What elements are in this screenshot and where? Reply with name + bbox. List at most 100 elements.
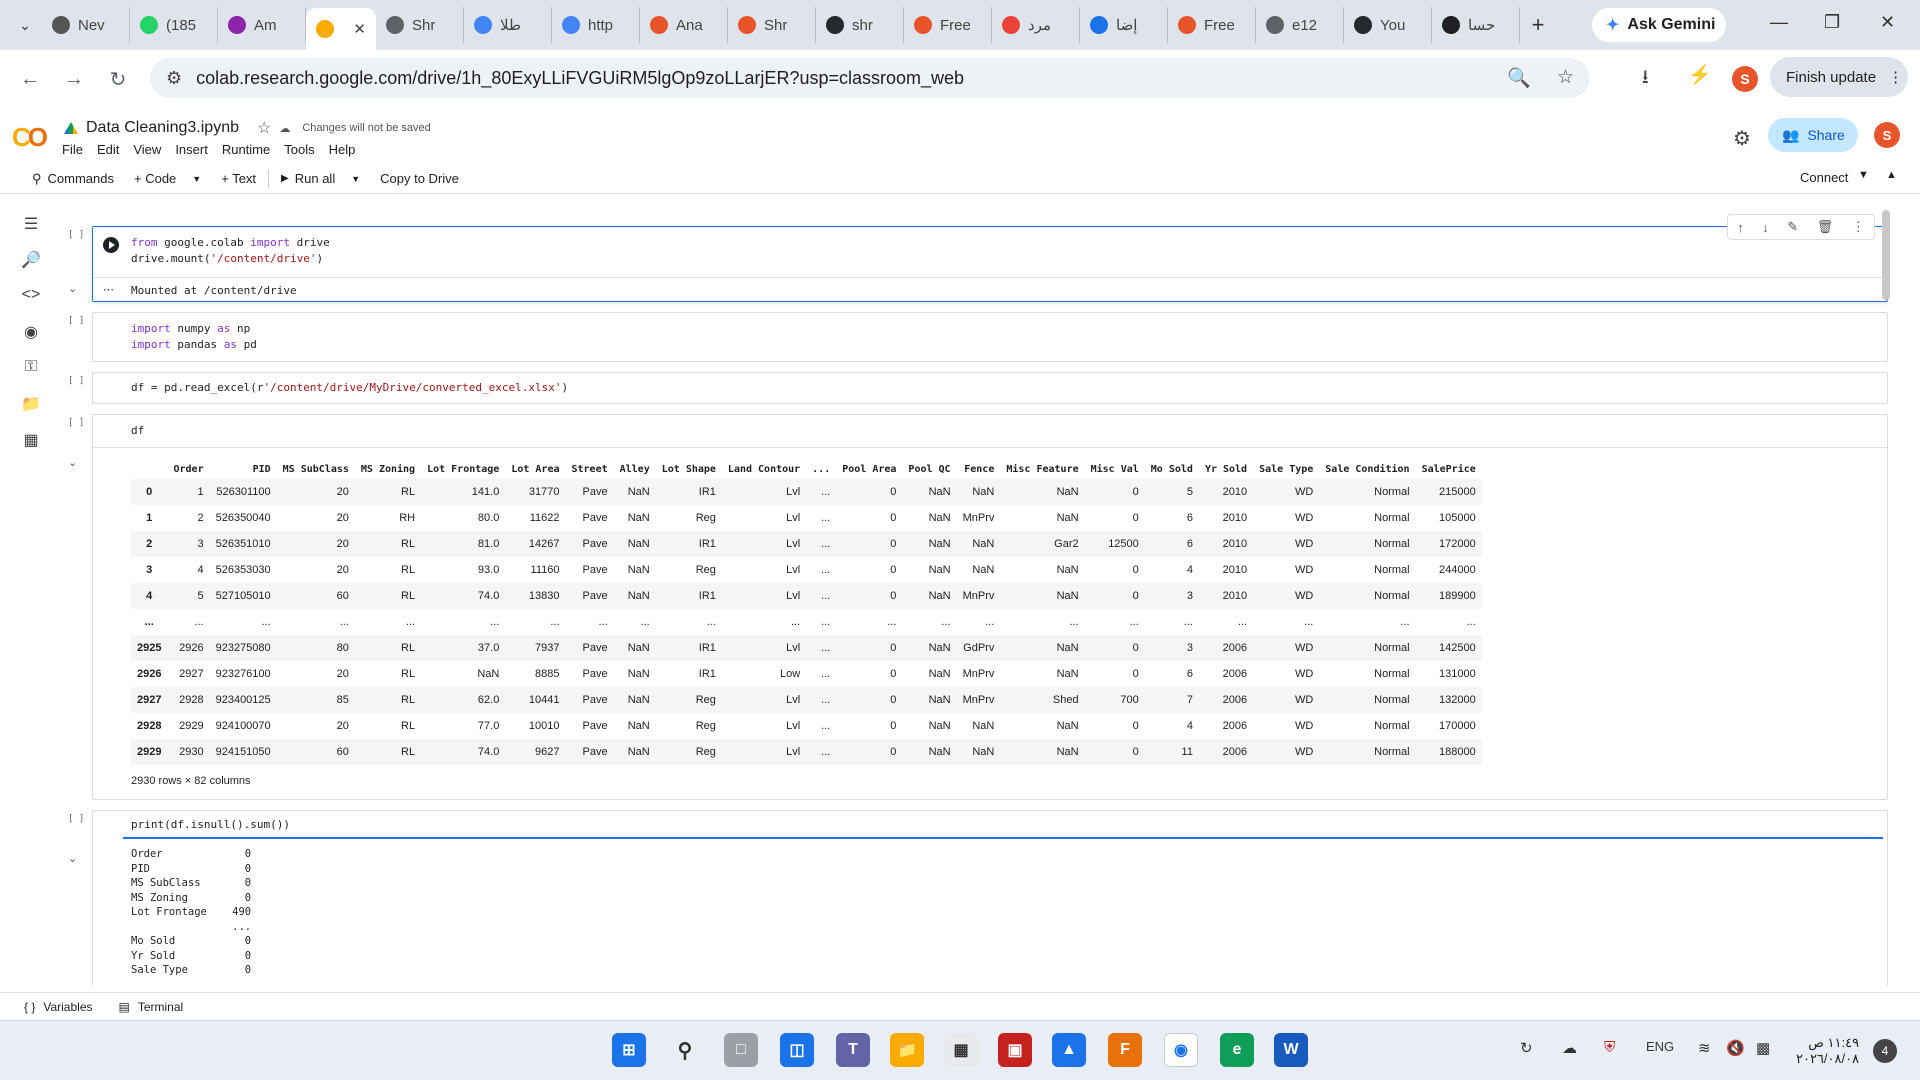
output-actions-icon[interactable]: ⋯ (103, 283, 114, 296)
notebook-title[interactable]: Data Cleaning3.ipynb (86, 119, 239, 137)
browser-tab[interactable]: shr (816, 7, 904, 43)
profile-avatar[interactable]: S (1732, 66, 1758, 92)
teams-icon[interactable]: T (836, 1033, 870, 1067)
run-cell-button[interactable] (103, 237, 119, 253)
move-up-icon[interactable]: ↑ (1737, 220, 1744, 235)
star-icon[interactable]: ☆ (257, 118, 271, 138)
firefox-icon[interactable]: F (1108, 1033, 1142, 1067)
forward-button[interactable]: → (52, 68, 96, 91)
menu-file[interactable]: File (62, 142, 83, 157)
add-text-button[interactable]: + Text (211, 171, 266, 186)
connect-button[interactable]: Connect (1800, 170, 1848, 185)
collapse-output-icon[interactable]: ⌄ (68, 852, 77, 865)
settings-gear-icon[interactable]: ⚙ (1733, 126, 1751, 151)
task-view-icon[interactable]: □ (724, 1033, 758, 1067)
variables-inspector-icon[interactable]: ◉ (20, 322, 42, 344)
bookmark-star-icon[interactable]: ☆ (1557, 66, 1574, 90)
browser-tab[interactable]: حسا (1432, 7, 1520, 43)
browser-tab[interactable]: Am (218, 7, 306, 43)
variables-button[interactable]: { } Variables (24, 1000, 93, 1014)
code-cell-dataframe[interactable]: df Order PID MS SubClass MS Zoning Lot Front… (92, 414, 1888, 800)
run-all-button[interactable]: ▶ Run all ▼ (271, 171, 370, 186)
code-cell-read-excel[interactable]: df = pd.read_excel(r'/content/drive/MyDr… (92, 372, 1888, 404)
store-icon[interactable]: ▦ (944, 1033, 978, 1067)
move-down-icon[interactable]: ↓ (1762, 220, 1769, 235)
connect-dropdown-icon[interactable]: ▼ (1858, 169, 1869, 181)
code-snippets-icon[interactable]: <> (20, 286, 42, 308)
taskbar-clock[interactable]: ١١:٤٩ ص ٢٠٢٦/٠٨/٠٨ (1796, 1035, 1859, 1067)
code-editor[interactable]: df = pd.read_excel(r'/content/drive/MyDr… (131, 380, 568, 396)
security-shield-icon[interactable]: ⛨ (1604, 1039, 1615, 1056)
performance-icon[interactable]: ⚡ (1688, 63, 1712, 87)
browser-tab[interactable]: Shr (728, 7, 816, 43)
widgets-icon[interactable]: ◫ (780, 1033, 814, 1067)
code-cell-isnull[interactable]: print(df.isnull().sum()) Order 0 PID 0 M… (92, 810, 1888, 986)
browser-tab[interactable]: Free (1168, 7, 1256, 43)
scrollbar-thumb[interactable] (1882, 210, 1890, 300)
wifi-icon[interactable]: ≋ (1698, 1039, 1711, 1057)
browser-tab[interactable]: (185 (130, 7, 218, 43)
downloads-icon[interactable]: ⭳ (1642, 63, 1649, 95)
browser-tab[interactable]: Shr (376, 7, 464, 43)
browser-tab[interactable]: You (1344, 7, 1432, 43)
terminal-grid-icon[interactable]: ▦ (20, 430, 42, 452)
user-avatar[interactable]: S (1874, 122, 1900, 148)
colab-logo[interactable]: CO (12, 122, 48, 153)
add-code-button[interactable]: + Code ▼ (124, 171, 211, 186)
battery-icon[interactable]: ▩ (1756, 1039, 1770, 1057)
code-cell-imports[interactable]: import numpy as np import pandas as pd (92, 312, 1888, 362)
sync-icon[interactable]: ↻ (1520, 1039, 1533, 1057)
collapse-output-icon[interactable]: ⌄ (68, 456, 77, 469)
share-button[interactable]: 👥 Share (1768, 118, 1858, 152)
edge-icon[interactable]: e (1220, 1033, 1254, 1067)
restore-window-button[interactable]: ❐ (1824, 12, 1840, 33)
commands-button[interactable]: ⚲ Commands (22, 171, 124, 187)
close-window-button[interactable]: ✕ (1880, 12, 1895, 33)
terminal-button[interactable]: ▤ Terminal (119, 1000, 184, 1014)
menu-insert[interactable]: Insert (175, 142, 208, 157)
menu-help[interactable]: Help (329, 142, 356, 157)
new-tab-button[interactable]: + (1520, 12, 1556, 38)
address-bar[interactable]: ⚙ colab.research.google.com/drive/1h_80E… (150, 58, 1590, 98)
minimize-window-button[interactable]: — (1770, 12, 1788, 33)
zoom-icon[interactable]: 🔍 (1507, 66, 1531, 90)
cloud-off-icon[interactable]: ☁ (1562, 1039, 1577, 1057)
browser-tab[interactable]: مرد (992, 7, 1080, 43)
browser-tab[interactable]: ✕ (306, 8, 376, 50)
volume-muted-icon[interactable]: 🔇 (1726, 1039, 1745, 1057)
browser-tab[interactable]: Free (904, 7, 992, 43)
copy-to-drive-button[interactable]: Copy to Drive (370, 171, 469, 186)
table-of-contents-icon[interactable]: ☰ (20, 214, 42, 236)
menu-tools[interactable]: Tools (284, 142, 314, 157)
delete-icon[interactable]: 🗑 (1817, 219, 1834, 235)
more-vert-icon[interactable]: ⋮ (1852, 219, 1865, 235)
ask-gemini-button[interactable]: ✦ Ask Gemini (1592, 8, 1726, 42)
app-icon[interactable]: ▲ (1052, 1033, 1086, 1067)
code-editor[interactable]: import numpy as np import pandas as pd (131, 321, 257, 353)
toolbox-icon[interactable]: ▣ (998, 1033, 1032, 1067)
menu-runtime[interactable]: Runtime (222, 142, 270, 157)
browser-tab[interactable]: إضا (1080, 7, 1168, 43)
chrome-icon[interactable]: ◉ (1164, 1033, 1198, 1067)
collapse-output-icon[interactable]: ⌄ (68, 282, 77, 295)
code-editor[interactable]: df (131, 423, 144, 439)
start-windows-icon[interactable]: ⊞ (612, 1033, 646, 1067)
browser-tab[interactable]: طلا (464, 7, 552, 43)
menu-edit[interactable]: Edit (97, 142, 119, 157)
site-info-icon[interactable]: ⚙ (166, 68, 182, 89)
reload-button[interactable]: ↻ (96, 67, 140, 92)
edit-icon[interactable]: ✎ (1787, 219, 1798, 235)
browser-tab[interactable]: e12 (1256, 7, 1344, 43)
file-explorer-icon[interactable]: 📁 (890, 1033, 924, 1067)
browser-tab[interactable]: Ana (640, 7, 728, 43)
word-icon[interactable]: W (1274, 1033, 1308, 1067)
menu-view[interactable]: View (133, 142, 161, 157)
back-button[interactable]: ← (8, 68, 52, 91)
finish-update-button[interactable]: Finish update ⋮ (1770, 57, 1908, 97)
code-cell-mount[interactable]: ↑ ↓ ✎ 🗑 ⋮ from google.colab import drive… (92, 214, 1888, 302)
close-tab-icon[interactable]: ✕ (353, 20, 366, 38)
code-editor[interactable]: print(df.isnull().sum()) (131, 817, 290, 833)
notification-badge[interactable]: 4 (1873, 1039, 1897, 1063)
collapse-header-icon[interactable]: ▲ (1886, 169, 1897, 181)
code-editor[interactable]: from google.colab import drive drive.mou… (131, 235, 330, 267)
